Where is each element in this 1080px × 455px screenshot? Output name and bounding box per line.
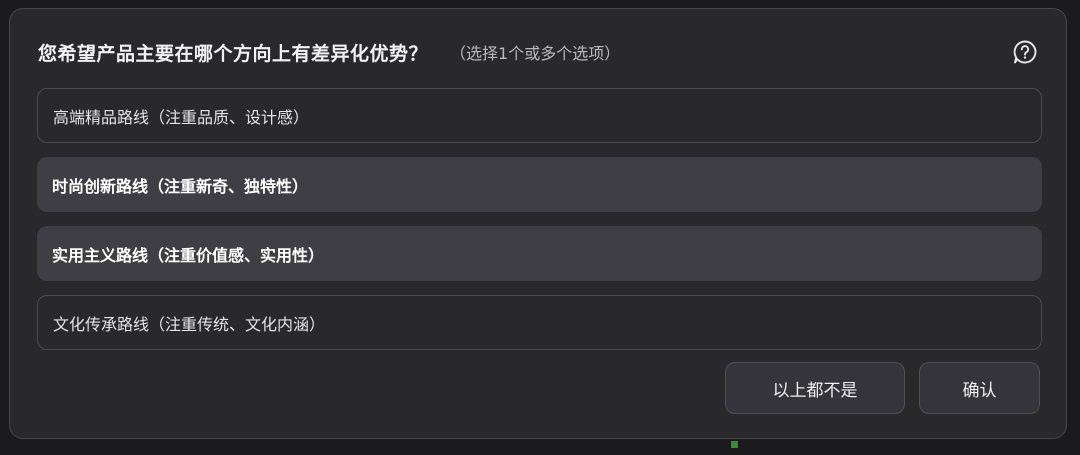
option-fashion-innovation[interactable]: 时尚创新路线（注重新奇、独特性） xyxy=(37,157,1042,212)
option-label: 文化传承路线（注重传统、文化内涵） xyxy=(53,314,326,334)
question-panel: 您希望产品主要在哪个方向上有差异化优势？ （选择1个或多个选项） 高端精品路线（… xyxy=(9,8,1067,439)
option-label: 高端精品路线（注重品质、设计感） xyxy=(53,107,310,127)
question-title: 您希望产品主要在哪个方向上有差异化优势？ xyxy=(38,42,429,65)
status-indicator xyxy=(731,441,738,448)
help-question-icon[interactable] xyxy=(1012,39,1038,65)
none-of-above-button[interactable]: 以上都不是 xyxy=(725,362,905,414)
option-premium[interactable]: 高端精品路线（注重品质、设计感） xyxy=(37,88,1042,143)
confirm-button[interactable]: 确认 xyxy=(919,362,1040,414)
action-bar: 以上都不是 确认 xyxy=(725,362,1040,414)
option-label: 时尚创新路线（注重新奇、独特性） xyxy=(52,176,309,196)
option-cultural-heritage[interactable]: 文化传承路线（注重传统、文化内涵） xyxy=(37,295,1042,350)
options-list: 高端精品路线（注重品质、设计感） 时尚创新路线（注重新奇、独特性） 实用主义路线… xyxy=(37,88,1042,364)
option-pragmatic[interactable]: 实用主义路线（注重价值感、实用性） xyxy=(37,226,1042,281)
question-header: 您希望产品主要在哪个方向上有差异化优势？ （选择1个或多个选项） xyxy=(38,37,1038,67)
selection-hint: （选择1个或多个选项） xyxy=(450,44,621,63)
option-label: 实用主义路线（注重价值感、实用性） xyxy=(52,245,325,265)
